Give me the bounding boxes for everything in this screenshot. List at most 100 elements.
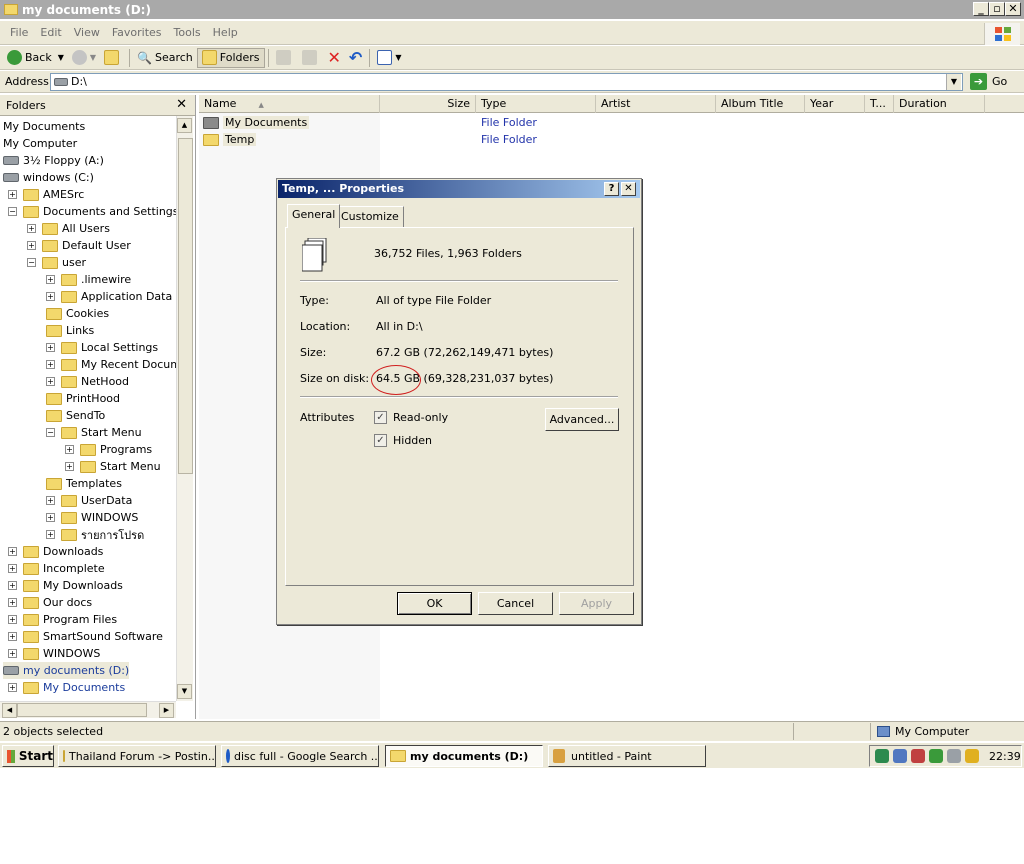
expand-icon[interactable]: + [46, 530, 55, 539]
tree-item[interactable]: + SmartSound Software [8, 628, 163, 645]
address-input[interactable]: D:\ ▼ [50, 73, 963, 91]
column-type[interactable]: Type [476, 95, 596, 113]
expand-icon[interactable]: + [46, 343, 55, 352]
tree-item[interactable]: My Computer [3, 135, 77, 152]
cancel-button[interactable]: Cancel [478, 592, 553, 615]
minimize-button[interactable]: _ [973, 2, 989, 16]
expand-icon[interactable]: + [8, 190, 17, 199]
tree-item[interactable]: − user [27, 254, 86, 271]
search-button[interactable]: 🔍 Search [133, 48, 197, 68]
tree-item[interactable]: + WINDOWS [46, 509, 138, 526]
expand-icon[interactable]: + [8, 547, 17, 556]
expand-icon[interactable]: + [46, 513, 55, 522]
tree-item[interactable]: Cookies [46, 305, 109, 322]
expand-icon[interactable]: + [46, 275, 55, 284]
expand-icon[interactable]: + [65, 462, 74, 471]
dialog-close-button[interactable]: ✕ [621, 182, 636, 196]
tree-item[interactable]: + My Downloads [8, 577, 123, 594]
pencil-icon[interactable] [965, 749, 979, 763]
back-button[interactable]: Back ▼ [3, 48, 68, 68]
expand-icon[interactable]: + [8, 632, 17, 641]
delete-button[interactable]: ✕ [324, 48, 345, 68]
tree-item[interactable]: + My Recent Documents [46, 356, 176, 373]
tree-item[interactable]: + WINDOWS [8, 645, 100, 662]
copy-to-button[interactable] [298, 48, 324, 68]
apply-button[interactable]: Apply [559, 592, 634, 615]
go-button[interactable]: ➔ Go [970, 73, 1007, 90]
tree-item[interactable]: + Downloads [8, 543, 103, 560]
expand-icon[interactable]: + [8, 564, 17, 573]
column-album-title[interactable]: Album Title [716, 95, 805, 113]
ok-button[interactable]: OK [397, 592, 472, 615]
menu-file[interactable]: File [4, 26, 34, 39]
tree-item[interactable]: my documents (D:) [3, 662, 130, 679]
scroll-right-arrow[interactable]: ▶ [159, 703, 174, 718]
menu-tools[interactable]: Tools [168, 26, 207, 39]
tab-customize[interactable]: Customize [336, 206, 404, 227]
tree-item[interactable]: + Incomplete [8, 560, 105, 577]
tree-item[interactable]: − Documents and Settings [8, 203, 176, 220]
tree-item[interactable]: + UserData [46, 492, 132, 509]
task-my-documents[interactable]: my documents (D:) [385, 745, 543, 767]
column-duration[interactable]: Duration [894, 95, 985, 113]
tree-item[interactable]: PrintHood [46, 390, 120, 407]
expand-icon[interactable]: + [8, 598, 17, 607]
collapse-icon[interactable]: − [8, 207, 17, 216]
read-only-checkbox[interactable]: ✓ Read-only [374, 411, 448, 424]
scroll-down-arrow[interactable]: ▼ [177, 684, 192, 699]
tab-general[interactable]: General [287, 204, 341, 228]
scrollbar-thumb[interactable] [17, 703, 147, 717]
collapse-icon[interactable]: − [46, 428, 55, 437]
list-item-temp[interactable]: Temp [203, 132, 257, 147]
menu-favorites[interactable]: Favorites [106, 26, 168, 39]
monitor-icon[interactable] [893, 749, 907, 763]
menu-edit[interactable]: Edit [34, 26, 67, 39]
forward-button[interactable]: ▼ [68, 48, 100, 68]
tree-item[interactable]: + Our docs [8, 594, 92, 611]
tree-item[interactable]: + Program Files [8, 611, 117, 628]
advanced-button[interactable]: Advanced... [545, 408, 619, 431]
column-size[interactable]: Size [380, 95, 476, 113]
connection-icon[interactable] [947, 749, 961, 763]
column-year[interactable]: Year [805, 95, 865, 113]
expand-icon[interactable]: + [27, 224, 36, 233]
expand-icon[interactable]: + [8, 615, 17, 624]
tree-item[interactable]: + .limewire [46, 271, 131, 288]
list-item-my-documents[interactable]: My Documents [203, 115, 310, 130]
scrollbar-thumb[interactable] [178, 138, 193, 474]
tree-item[interactable]: + AMESrc [8, 186, 84, 203]
tree-item[interactable]: + รายการโปรด [46, 526, 144, 543]
column-track[interactable]: T... [865, 95, 894, 113]
task-paint[interactable]: untitled - Paint [548, 745, 706, 767]
expand-icon[interactable]: + [8, 683, 17, 692]
start-button[interactable]: Start [2, 745, 54, 767]
column-name[interactable]: Name ▲ [199, 95, 380, 113]
tree-item[interactable]: 3½ Floppy (A:) [3, 152, 104, 169]
tree-item[interactable]: + Application Data [46, 288, 172, 305]
folders-button[interactable]: Folders [196, 47, 265, 68]
tree-item[interactable]: + My Documents [8, 679, 125, 696]
expand-icon[interactable]: + [46, 360, 55, 369]
expand-icon[interactable]: + [46, 496, 55, 505]
expand-icon[interactable]: + [46, 292, 55, 301]
expand-icon[interactable]: + [65, 445, 74, 454]
move-to-button[interactable] [272, 48, 298, 68]
tree-item[interactable]: + Default User [27, 237, 131, 254]
menu-help[interactable]: Help [207, 26, 244, 39]
tree-item[interactable]: My Documents [3, 118, 85, 135]
collapse-icon[interactable]: − [27, 258, 36, 267]
task-google-search[interactable]: disc full - Google Search ... [221, 745, 379, 767]
tree-item[interactable]: Links [46, 322, 94, 339]
tree-item[interactable]: Templates [46, 475, 122, 492]
address-dropdown-button[interactable]: ▼ [946, 74, 961, 90]
tree-vertical-scrollbar[interactable]: ▲ ▼ [176, 116, 193, 701]
undo-button[interactable]: ↶ [345, 48, 366, 68]
restore-button[interactable]: ▫ [989, 2, 1005, 16]
expand-icon[interactable]: + [8, 649, 17, 658]
tree-item[interactable]: + Local Settings [46, 339, 158, 356]
tree-item[interactable]: + Start Menu [65, 458, 161, 475]
up-folder-button[interactable] [100, 48, 126, 68]
menu-view[interactable]: View [68, 26, 106, 39]
tree-item[interactable]: + Programs [65, 441, 152, 458]
hidden-checkbox[interactable]: ✓ Hidden [374, 434, 432, 447]
